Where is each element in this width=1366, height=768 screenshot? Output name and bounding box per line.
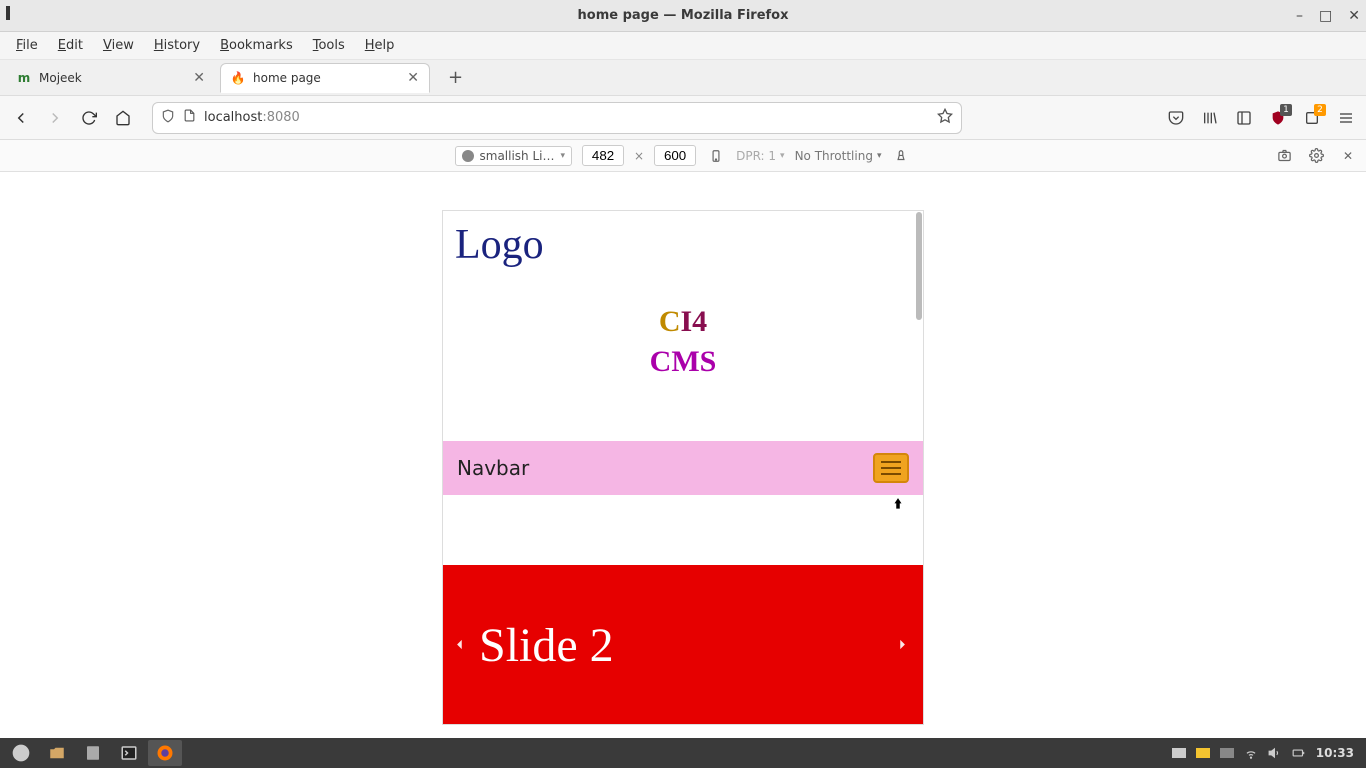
window-minimize-button[interactable]: – [1296, 8, 1303, 24]
url-host: localhost [204, 110, 262, 125]
url-port: :8080 [262, 110, 299, 125]
navbar-brand[interactable]: Navbar [457, 456, 529, 480]
tab-label: home page [253, 71, 399, 85]
window-titlebar: home page — Mozilla Firefox – □ ✕ [0, 0, 1366, 32]
badge: 2 [1314, 104, 1326, 116]
tab-label: Mojeek [39, 71, 185, 85]
window-title: home page — Mozilla Firefox [578, 8, 789, 23]
new-tab-button[interactable]: + [442, 65, 469, 90]
rdm-device-label: smallish Li… [480, 149, 555, 163]
settings-icon[interactable] [1306, 146, 1326, 166]
carousel-next-button[interactable] [895, 633, 909, 658]
file-manager-button[interactable] [40, 740, 74, 766]
reload-button[interactable] [78, 107, 100, 129]
menubar: File Edit View History Bookmarks Tools H… [0, 32, 1366, 60]
tray-icon[interactable] [1220, 748, 1234, 758]
rdm-throttling-label: No Throttling [795, 149, 873, 163]
rdm-toolbar: smallish Li… ▾ × DPR: 1 ▾ No Throttling … [0, 140, 1366, 172]
url-text: localhost:8080 [204, 110, 300, 125]
nav-toolbar: localhost:8080 1 2 [0, 96, 1366, 140]
menu-history[interactable]: History [146, 34, 208, 57]
content-area: Logo CI4 CMS Navbar Slide 2 [0, 172, 1366, 738]
rdm-height-input[interactable] [654, 145, 696, 166]
page-header: Logo CI4 CMS [443, 211, 923, 379]
extensions-icon[interactable]: 2 [1302, 108, 1322, 128]
bookmark-star-icon[interactable] [937, 108, 953, 128]
menu-file[interactable]: File [8, 34, 46, 57]
firefox-button[interactable] [148, 740, 182, 766]
text-editor-button[interactable] [76, 740, 110, 766]
tab-strip: m Mojeek ✕ 🔥 home page ✕ + [0, 60, 1366, 96]
menu-view[interactable]: View [95, 34, 142, 57]
menu-edit[interactable]: Edit [50, 34, 91, 57]
window-maximize-button[interactable]: □ [1319, 8, 1332, 24]
rdm-dpr-label: DPR: 1 [736, 149, 776, 163]
badge: 1 [1280, 104, 1292, 116]
home-button[interactable] [112, 107, 134, 129]
url-bar[interactable]: localhost:8080 [152, 102, 962, 134]
brand-cms: CMS [455, 345, 911, 379]
taskbar: 10:33 [0, 738, 1366, 768]
chevron-down-icon: ▾ [877, 151, 882, 161]
carousel: Slide 2 [443, 565, 923, 725]
scrollbar-thumb[interactable] [916, 212, 922, 320]
page-navbar: Navbar [443, 441, 923, 495]
rotate-icon[interactable] [706, 146, 726, 166]
hamburger-line [881, 461, 901, 463]
tab-mojeek[interactable]: m Mojeek ✕ [6, 63, 216, 93]
hamburger-line [881, 473, 901, 475]
touch-icon[interactable] [891, 146, 911, 166]
tab-close-button[interactable]: ✕ [407, 70, 419, 86]
brand-c: C [659, 305, 681, 339]
favicon-mojeek: m [17, 71, 31, 85]
brand-i4: I4 [680, 305, 707, 338]
navbar-toggle-button[interactable] [873, 453, 909, 483]
tab-home-page[interactable]: 🔥 home page ✕ [220, 63, 430, 93]
network-icon[interactable] [1244, 746, 1258, 760]
tray-icon[interactable] [1196, 748, 1210, 758]
app-icon [6, 6, 10, 20]
rdm-dpr-select[interactable]: DPR: 1 ▾ [736, 149, 784, 163]
tray-icon[interactable] [1172, 748, 1186, 758]
system-tray: 10:33 [1172, 746, 1362, 760]
site-logo[interactable]: Logo [455, 221, 911, 269]
menu-bookmarks[interactable]: Bookmarks [212, 34, 301, 57]
hamburger-line [881, 467, 901, 469]
menu-help[interactable]: Help [357, 34, 403, 57]
page-icon [183, 109, 196, 126]
back-button[interactable] [10, 107, 32, 129]
rdm-device-select[interactable]: smallish Li… ▾ [455, 146, 573, 166]
battery-icon[interactable] [1292, 746, 1306, 760]
forward-button[interactable] [44, 107, 66, 129]
shield-icon [161, 109, 175, 127]
tab-close-button[interactable]: ✕ [193, 70, 205, 86]
chevron-down-icon: ▾ [561, 151, 566, 161]
window-close-button[interactable]: ✕ [1348, 8, 1360, 24]
carousel-prev-button[interactable] [453, 633, 467, 658]
rdm-width-input[interactable] [582, 145, 624, 166]
favicon-codeigniter: 🔥 [231, 71, 245, 85]
brand-block: CI4 CMS [455, 305, 911, 379]
rdm-close-button[interactable]: ✕ [1338, 146, 1358, 166]
rdm-throttling-select[interactable]: No Throttling ▾ [795, 149, 882, 163]
device-viewport: Logo CI4 CMS Navbar Slide 2 [442, 210, 924, 725]
carousel-slide: Slide 2 [443, 565, 923, 725]
screenshot-icon[interactable] [1274, 146, 1294, 166]
hamburger-menu-icon[interactable] [1336, 108, 1356, 128]
slide-title: Slide 2 [479, 618, 614, 673]
clock[interactable]: 10:33 [1316, 746, 1354, 760]
library-icon[interactable] [1200, 108, 1220, 128]
sidebar-icon[interactable] [1234, 108, 1254, 128]
menu-tools[interactable]: Tools [305, 34, 353, 57]
ublock-icon[interactable]: 1 [1268, 108, 1288, 128]
start-menu-button[interactable] [4, 740, 38, 766]
firefox-icon [462, 150, 474, 162]
pocket-icon[interactable] [1166, 108, 1186, 128]
rdm-x-label: × [634, 149, 644, 163]
chevron-down-icon: ▾ [780, 151, 785, 161]
brand-line1: CI4 [455, 305, 911, 339]
terminal-button[interactable] [112, 740, 146, 766]
volume-icon[interactable] [1268, 746, 1282, 760]
mouse-cursor [891, 495, 905, 517]
